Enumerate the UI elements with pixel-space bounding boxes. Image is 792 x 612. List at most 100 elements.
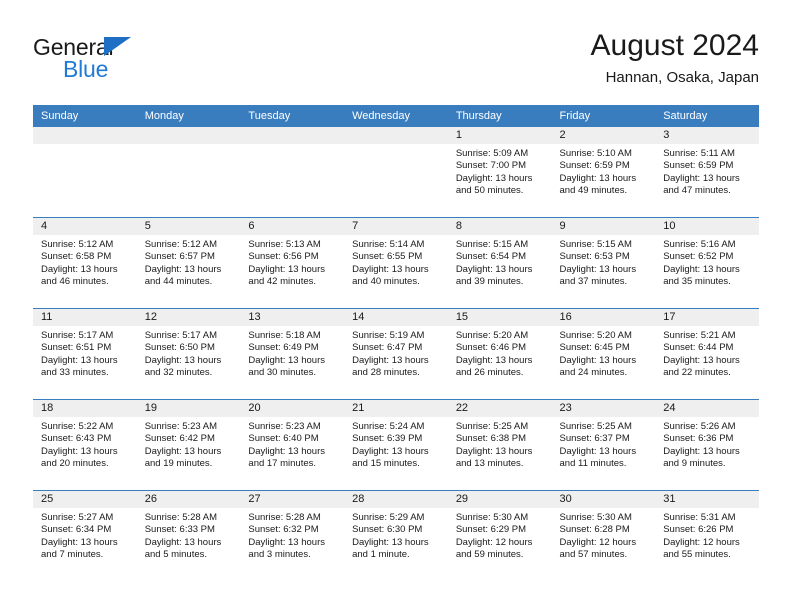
calendar-day-cell[interactable]: 2 Sunrise: 5:10 AM Sunset: 6:59 PM Daylight…	[551, 127, 656, 218]
sunset-text: Sunset: 6:43 PM	[41, 433, 112, 445]
daylight-text-line1: Daylight: 13 hours	[41, 536, 118, 548]
sunrise-text: Sunrise: 5:17 AM	[41, 330, 114, 341]
calendar-day-cell[interactable]: 5 Sunrise: 5:12 AM Sunset: 6:57 PM Daylight…	[136, 217, 241, 309]
calendar-cell-empty	[240, 127, 345, 218]
sunrise-text: Sunrise: 5:29 AM	[352, 512, 425, 523]
sunrise-text: Sunrise: 5:19 AM	[352, 330, 425, 341]
daylight-text-line2: and 47 minutes.	[663, 185, 731, 197]
calendar-day-cell[interactable]: 30 Sunrise: 5:30 AM Sunset: 6:28 PM Dayligh…	[551, 490, 656, 581]
sunrise-text: Sunrise: 5:20 AM	[559, 330, 632, 341]
daylight-text-line1: Daylight: 13 hours	[663, 445, 740, 457]
calendar-day-cell[interactable]: 10 Sunrise: 5:16 AM Sunset: 6:52 PM Dayligh…	[655, 217, 759, 309]
page-title: August 2024	[590, 29, 759, 62]
daylight-text-line1: Daylight: 13 hours	[663, 354, 740, 366]
sunrise-text: Sunrise: 5:21 AM	[663, 330, 736, 341]
logo-triangle-icon	[104, 37, 131, 56]
sunset-text: Sunset: 6:42 PM	[144, 433, 215, 445]
sunset-text: Sunset: 6:55 PM	[352, 251, 423, 263]
daylight-text-line1: Daylight: 13 hours	[144, 354, 222, 366]
daylight-text-line2: and 11 minutes.	[559, 458, 627, 470]
calendar-week-row: 25 Sunrise: 5:27 AM Sunset: 6:34 PM Dayligh…	[33, 490, 759, 581]
sunrise-text: Sunrise: 5:30 AM	[559, 512, 632, 523]
sunset-text: Sunset: 6:36 PM	[663, 433, 734, 445]
calendar-day-cell[interactable]: 23 Sunrise: 5:25 AM Sunset: 6:37 PM Dayligh…	[551, 399, 656, 491]
sunrise-text: Sunrise: 5:28 AM	[144, 512, 218, 523]
daylight-text-line1: Daylight: 13 hours	[559, 445, 637, 457]
daylight-text-line2: and 3 minutes.	[248, 549, 311, 561]
calendar-day-cell[interactable]: 24 Sunrise: 5:26 AM Sunset: 6:36 PM Dayligh…	[655, 399, 759, 491]
calendar-day-cell[interactable]: 17 Sunrise: 5:21 AM Sunset: 6:44 PM Dayligh…	[655, 308, 759, 400]
calendar-day-cell[interactable]: 13 Sunrise: 5:18 AM Sunset: 6:49 PM Dayligh…	[240, 308, 345, 400]
calendar-day-cell[interactable]: 20 Sunrise: 5:23 AM Sunset: 6:40 PM Dayligh…	[240, 399, 345, 491]
calendar-day-cell[interactable]: 1 Sunrise: 5:09 AM Sunset: 7:00 PM Daylight…	[447, 127, 552, 218]
sunrise-text: Sunrise: 5:18 AM	[248, 330, 321, 341]
daylight-text-line2: and 1 minute.	[352, 549, 410, 561]
day-number: 29	[447, 491, 552, 508]
sunset-text: Sunset: 6:57 PM	[144, 251, 215, 263]
calendar-cell-empty	[33, 127, 137, 218]
day-number: 25	[33, 491, 137, 508]
sunset-text: Sunset: 6:39 PM	[352, 433, 423, 445]
sunrise-text: Sunrise: 5:11 AM	[663, 148, 735, 159]
calendar-day-cell[interactable]: 22 Sunrise: 5:25 AM Sunset: 6:38 PM Dayligh…	[447, 399, 552, 491]
calendar-day-cell[interactable]: 6 Sunrise: 5:13 AM Sunset: 6:56 PM Daylight…	[240, 217, 345, 309]
calendar-day-cell[interactable]: 11 Sunrise: 5:17 AM Sunset: 6:51 PM Dayligh…	[33, 308, 137, 400]
sunset-text: Sunset: 6:49 PM	[248, 342, 319, 354]
daylight-text-line1: Daylight: 13 hours	[352, 263, 429, 275]
daylight-text-line1: Daylight: 13 hours	[144, 536, 222, 548]
calendar-day-cell[interactable]: 27 Sunrise: 5:28 AM Sunset: 6:32 PM Dayligh…	[240, 490, 345, 581]
calendar-day-cell[interactable]: 14 Sunrise: 5:19 AM Sunset: 6:47 PM Dayligh…	[344, 308, 448, 400]
weekday-header-saturday: Saturday	[655, 105, 759, 127]
weekday-header-monday: Monday	[136, 105, 241, 127]
daylight-text-line1: Daylight: 13 hours	[41, 354, 118, 366]
day-details: Sunrise: 5:14 AM Sunset: 6:55 PM Daylight:…	[344, 235, 448, 289]
day-number: 17	[655, 309, 759, 326]
calendar-day-cell[interactable]: 3 Sunrise: 5:11 AM Sunset: 6:59 PM Daylight…	[655, 127, 759, 218]
sunrise-text: Sunrise: 5:23 AM	[144, 421, 218, 432]
calendar-week-row: 4 Sunrise: 5:12 AM Sunset: 6:58 PM Daylight…	[33, 217, 759, 309]
sunset-text: Sunset: 6:40 PM	[248, 433, 319, 445]
day-number: 27	[240, 491, 345, 508]
sunrise-text: Sunrise: 5:22 AM	[41, 421, 114, 432]
weekday-header-wednesday: Wednesday	[344, 105, 448, 127]
sunset-text: Sunset: 7:00 PM	[455, 160, 527, 172]
calendar-day-cell[interactable]: 4 Sunrise: 5:12 AM Sunset: 6:58 PM Daylight…	[33, 217, 137, 309]
day-number: 13	[240, 309, 345, 326]
calendar-cell-empty	[344, 127, 448, 218]
daylight-text-line1: Daylight: 13 hours	[41, 445, 118, 457]
calendar-day-cell[interactable]: 7 Sunrise: 5:14 AM Sunset: 6:55 PM Daylight…	[344, 217, 448, 309]
calendar-day-cell[interactable]: 9 Sunrise: 5:15 AM Sunset: 6:53 PM Daylight…	[551, 217, 656, 309]
title-block: August 2024 Hannan, Osaka, Japan	[591, 28, 759, 89]
calendar-day-cell[interactable]: 21 Sunrise: 5:24 AM Sunset: 6:39 PM Dayligh…	[344, 399, 448, 491]
calendar-day-cell[interactable]: 15 Sunrise: 5:20 AM Sunset: 6:46 PM Dayligh…	[447, 308, 552, 400]
sunrise-text: Sunrise: 5:15 AM	[455, 239, 529, 250]
calendar-day-cell[interactable]: 12 Sunrise: 5:17 AM Sunset: 6:50 PM Dayligh…	[136, 308, 241, 400]
calendar-day-cell[interactable]: 8 Sunrise: 5:15 AM Sunset: 6:54 PM Daylight…	[447, 217, 552, 309]
calendar-day-cell[interactable]: 31 Sunrise: 5:31 AM Sunset: 6:26 PM Dayligh…	[655, 490, 759, 581]
calendar-day-cell[interactable]: 18 Sunrise: 5:22 AM Sunset: 6:43 PM Dayligh…	[33, 399, 137, 491]
calendar-day-cell[interactable]: 26 Sunrise: 5:28 AM Sunset: 6:33 PM Dayligh…	[136, 490, 241, 581]
day-number	[344, 127, 448, 144]
day-number: 1	[447, 127, 552, 144]
day-number	[33, 127, 137, 144]
calendar-day-cell[interactable]: 25 Sunrise: 5:27 AM Sunset: 6:34 PM Dayligh…	[33, 490, 137, 581]
day-number	[136, 127, 241, 144]
calendar-day-cell[interactable]: 29 Sunrise: 5:30 AM Sunset: 6:29 PM Dayligh…	[447, 490, 552, 581]
calendar-day-cell[interactable]: 28 Sunrise: 5:29 AM Sunset: 6:30 PM Dayligh…	[344, 490, 448, 581]
sunset-text: Sunset: 6:45 PM	[559, 342, 630, 354]
day-details: Sunrise: 5:30 AM Sunset: 6:29 PM Daylight:…	[448, 508, 552, 562]
calendar-day-cell[interactable]: 16 Sunrise: 5:20 AM Sunset: 6:45 PM Dayligh…	[551, 308, 656, 400]
sunrise-text: Sunrise: 5:31 AM	[663, 512, 736, 523]
sunset-text: Sunset: 6:44 PM	[663, 342, 734, 354]
day-number: 3	[655, 127, 759, 144]
sunrise-text: Sunrise: 5:30 AM	[455, 512, 529, 523]
sunset-text: Sunset: 6:46 PM	[455, 342, 527, 354]
calendar-day-cell[interactable]: 19 Sunrise: 5:23 AM Sunset: 6:42 PM Dayligh…	[136, 399, 241, 491]
daylight-text-line1: Daylight: 12 hours	[455, 536, 533, 548]
sunrise-text: Sunrise: 5:12 AM	[144, 239, 218, 250]
day-number: 6	[240, 218, 345, 235]
sunrise-text: Sunrise: 5:27 AM	[41, 512, 114, 523]
calendar-week-row: 1 Sunrise: 5:09 AM Sunset: 7:00 PM Daylight…	[33, 127, 759, 218]
day-number: 11	[33, 309, 137, 326]
sunrise-text: Sunrise: 5:12 AM	[41, 239, 114, 250]
